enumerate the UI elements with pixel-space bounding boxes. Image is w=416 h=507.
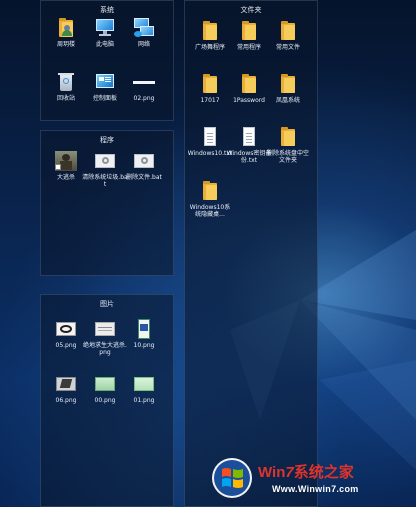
desktop-icon-label: 10.png (133, 342, 155, 349)
folder-icon (238, 74, 260, 94)
fence-system[interactable]: 系统 周玥楼 此电脑 网络 回收站 控制面板 02.png (40, 0, 174, 121)
watermark: Win7系统之家 Www.Winwin7.com (210, 455, 410, 501)
fence-programs-title: 程序 (100, 136, 114, 144)
control-panel-icon (94, 72, 116, 92)
recycle-bin-icon (55, 72, 77, 92)
desktop-icon-folder[interactable]: 凤凰系统 (265, 74, 311, 104)
fence-folders[interactable]: 文件夹 广场舞程序 常用程序 常用文件 17017 1Password 凤凰系统… (184, 0, 318, 507)
folder-icon (277, 21, 299, 41)
user-folder-icon (55, 18, 77, 38)
batch-file-icon (133, 151, 155, 171)
desktop-icon-folder[interactable]: 常用文件 (265, 21, 311, 51)
desktop-icon-label: 常用文件 (275, 44, 300, 51)
desktop-icon-label: 删除系统盘中空文件夹 (266, 150, 309, 164)
fence-system-title: 系统 (100, 6, 114, 14)
fence-pictures[interactable]: 图片 05.png 绝地求生大逃杀.png 10.png 06.png 00.p… (40, 294, 174, 507)
folder-icon (238, 21, 260, 41)
folder-icon (277, 74, 299, 94)
computer-icon (94, 18, 116, 38)
desktop-icon-label: 01.png (133, 397, 155, 404)
network-icon (133, 18, 155, 38)
fence-folders-title: 文件夹 (240, 6, 262, 14)
game-shortcut-icon (55, 151, 77, 171)
desktop-icon-shortcut[interactable]: 删除系统盘中空文件夹 (265, 127, 311, 164)
text-file-icon (238, 127, 260, 147)
desktop-icon-label: 凤凰系统 (275, 97, 300, 104)
desktop-icon-label: 02.png (133, 95, 155, 102)
image-thumbnail-icon (133, 374, 155, 394)
folder-icon (199, 74, 221, 94)
image-thumbnail-icon (55, 319, 77, 339)
image-thumbnail-icon (94, 319, 116, 339)
watermark-brand-digit: 7 (285, 464, 294, 481)
watermark-brand-prefix: Win (258, 464, 286, 481)
watermark-brand-suffix: 系统之家 (293, 463, 354, 481)
desktop-icon-10-png[interactable]: 10.png (121, 319, 167, 349)
desktop-icon-network[interactable]: 网络 (121, 18, 167, 48)
batch-file-icon (94, 151, 116, 171)
desktop-icon-label: 删除文件.bat (126, 174, 162, 181)
desktop-icon-02-png[interactable]: 02.png (121, 72, 167, 102)
desktop-icon-label: 网络 (137, 41, 150, 48)
text-file-icon (199, 127, 221, 147)
image-thumbnail-icon (94, 374, 116, 394)
fence-programs[interactable]: 程序 大逃杀 清除系统垃圾.bat 删除文件.bat (40, 130, 174, 276)
image-thumbnail-icon (133, 319, 155, 339)
desktop-icon-01-png[interactable]: 01.png (121, 374, 167, 404)
desktop-icon-folder[interactable]: Windows10系统隐藏桌... (187, 181, 233, 218)
desktop-icon-delete-bat[interactable]: 删除文件.bat (121, 151, 167, 181)
folder-icon (199, 181, 221, 201)
image-thumbnail-icon (55, 374, 77, 394)
folder-icon (199, 21, 221, 41)
watermark-url: Www.Winwin7.com (272, 484, 359, 494)
fence-pictures-title: 图片 (100, 300, 114, 308)
desktop-icon-label: Windows10系统隐藏桌... (189, 204, 231, 218)
folder-icon (277, 127, 299, 147)
image-file-icon (133, 72, 155, 92)
